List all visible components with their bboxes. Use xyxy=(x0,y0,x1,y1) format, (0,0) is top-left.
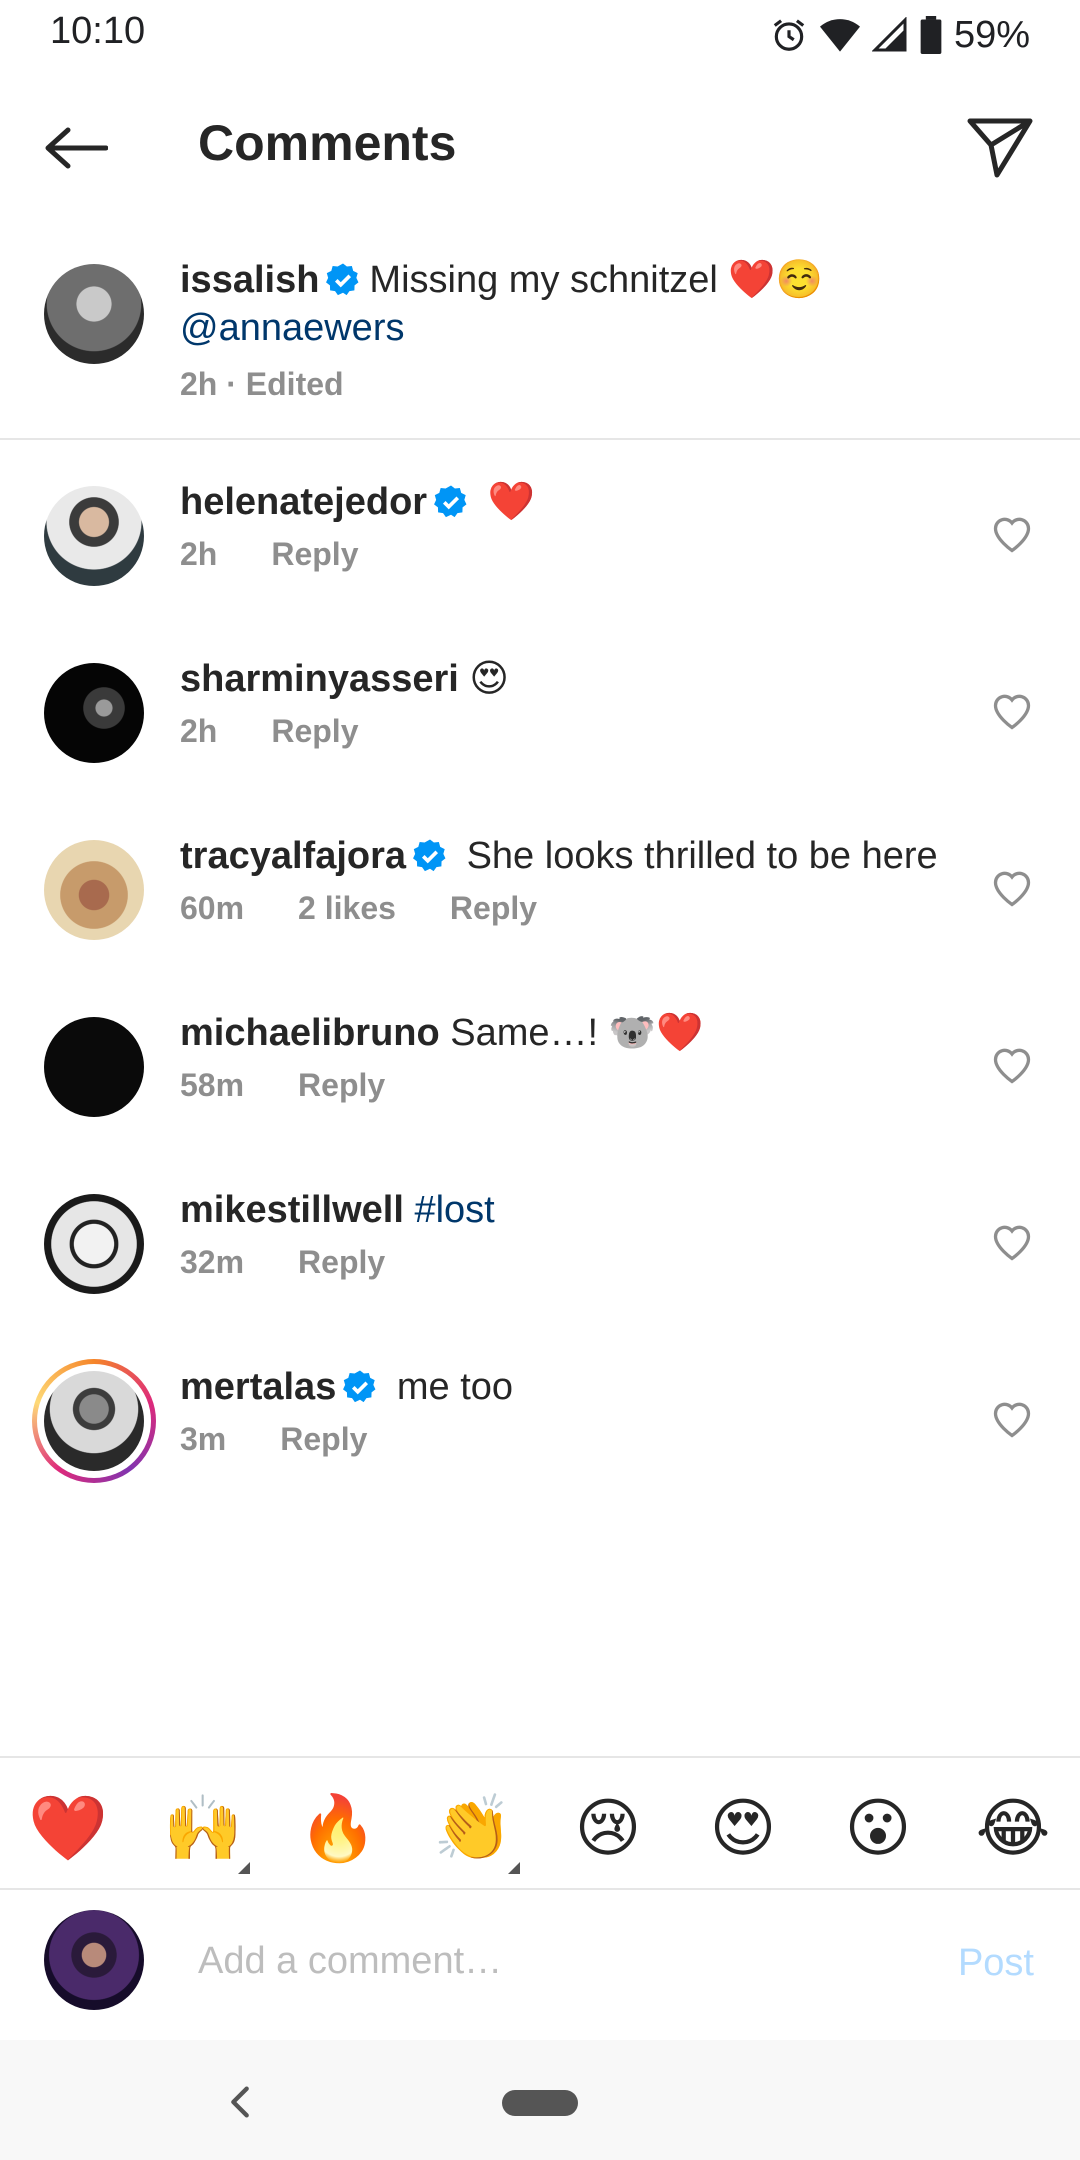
comment-time: 3m xyxy=(180,1421,227,1457)
post-button[interactable]: Post xyxy=(958,1942,1034,1985)
comment-text: michaelibruno Same…! 🐨❤️ xyxy=(180,1009,960,1057)
comment-hashtag[interactable]: #lost xyxy=(414,1189,494,1231)
comment-body: Same…! 🐨❤️ xyxy=(450,1012,704,1054)
avatar[interactable] xyxy=(44,840,144,940)
status-time: 10:10 xyxy=(50,10,146,52)
comment-text: mikestillwell #lost xyxy=(180,1186,960,1234)
comment-meta: 3m Reply xyxy=(180,1421,367,1458)
emoji-laughing[interactable]: 😂 xyxy=(973,1788,1053,1868)
page-title: Comments xyxy=(198,115,457,171)
comment-row: mikestillwell #lost 32m Reply xyxy=(0,1189,1080,1371)
paper-plane-icon xyxy=(967,118,1033,178)
emoji-heart-eyes[interactable]: 😍 xyxy=(703,1788,783,1868)
nav-back-icon[interactable] xyxy=(220,2082,260,2122)
post-caption: issalish Missing my schnitzel ❤️☺️ @annae… xyxy=(0,222,1080,440)
reply-button[interactable]: Reply xyxy=(298,1244,385,1281)
comment-time: 2h xyxy=(180,536,218,572)
comment-row: sharminyasseri 😍 2h Reply xyxy=(0,658,1080,840)
comment-row: helenatejedor ❤️ 2h Reply xyxy=(0,481,1080,663)
emoji-crying[interactable]: 😢 xyxy=(568,1788,648,1868)
comment-text: sharminyasseri 😍 xyxy=(180,655,960,703)
comment-username[interactable]: mikestillwell xyxy=(180,1189,404,1231)
caption-body: Missing my schnitzel ❤️☺️ xyxy=(369,259,824,301)
caption-username[interactable]: issalish xyxy=(180,259,319,301)
heart-icon[interactable] xyxy=(990,866,1034,910)
comment-time: 2h xyxy=(180,713,218,749)
comment-body: 😍 xyxy=(469,658,510,700)
comment-meta: 32m Reply xyxy=(180,1244,385,1281)
header: Comments xyxy=(0,72,1080,222)
reply-button[interactable]: Reply xyxy=(450,890,537,927)
reply-button[interactable]: Reply xyxy=(271,713,358,750)
comment-username[interactable]: mertalas xyxy=(180,1366,336,1408)
skin-tone-indicator xyxy=(238,1862,250,1874)
verified-badge-icon xyxy=(434,485,467,518)
comment-meta: 2h Reply xyxy=(180,536,358,573)
reply-button[interactable]: Reply xyxy=(280,1421,367,1458)
emoji-clapping[interactable]: 👏 xyxy=(433,1788,513,1868)
caption-text: issalish Missing my schnitzel ❤️☺️ @annae… xyxy=(180,256,1000,352)
share-button[interactable] xyxy=(960,108,1040,188)
emoji-heart[interactable]: ❤️ xyxy=(28,1788,108,1868)
battery-percent: 59% xyxy=(953,13,1030,56)
comment-row: mertalas me too 3m Reply xyxy=(0,1359,1080,1548)
avatar[interactable] xyxy=(44,1194,144,1294)
current-user-avatar xyxy=(44,1910,144,2010)
comment-row: tracyalfajora She looks thrilled to be h… xyxy=(0,835,1080,1017)
reply-button[interactable]: Reply xyxy=(298,1067,385,1104)
comment-username[interactable]: sharminyasseri xyxy=(180,658,459,700)
comment-body: She looks thrilled to be here xyxy=(466,835,938,877)
back-button[interactable] xyxy=(40,112,112,184)
avatar[interactable] xyxy=(44,1371,144,1471)
verified-badge-icon xyxy=(413,839,446,872)
home-pill[interactable] xyxy=(502,2090,578,2116)
emoji-raising-hands[interactable]: 🙌 xyxy=(163,1788,243,1868)
emoji-fire[interactable]: 🔥 xyxy=(298,1788,378,1868)
reply-button[interactable]: Reply xyxy=(271,536,358,573)
verified-badge-icon xyxy=(343,1370,376,1403)
comment-text: tracyalfajora She looks thrilled to be h… xyxy=(180,832,960,880)
heart-icon[interactable] xyxy=(990,1397,1034,1441)
battery-icon xyxy=(920,16,942,54)
comment-body: me too xyxy=(396,1366,514,1408)
avatar[interactable] xyxy=(44,264,144,364)
skin-tone-indicator xyxy=(508,1862,520,1874)
comment-username[interactable]: helenatejedor xyxy=(180,481,427,523)
heart-icon[interactable] xyxy=(990,689,1034,733)
comment-username[interactable]: tracyalfajora xyxy=(180,835,406,877)
emoji-surprised[interactable]: 😮 xyxy=(838,1788,918,1868)
comment-time: 32m xyxy=(180,1244,245,1280)
comment-composer: Post xyxy=(0,1890,1080,2040)
status-bar: 10:10 59% xyxy=(0,0,1080,72)
comment-time: 60m xyxy=(180,890,245,926)
caption-meta: 2h · Edited xyxy=(180,366,344,402)
comment-text: helenatejedor ❤️ xyxy=(180,478,960,526)
comment-input[interactable] xyxy=(198,1926,898,1996)
emoji-reaction-bar: ❤️ 🙌 🔥 👏 😢 😍 😮 😂 xyxy=(0,1756,1080,1890)
signal-icon xyxy=(871,17,907,52)
comment-meta: 58m Reply xyxy=(180,1067,385,1104)
heart-icon[interactable] xyxy=(990,512,1034,556)
heart-icon[interactable] xyxy=(990,1043,1034,1087)
comment-text: mertalas me too xyxy=(180,1363,960,1411)
verified-badge-icon xyxy=(326,263,359,296)
system-nav-bar xyxy=(0,2040,1080,2160)
arrow-left-icon xyxy=(45,127,108,169)
caption-mention[interactable]: @annaewers xyxy=(180,307,404,349)
avatar[interactable] xyxy=(44,1017,144,1117)
avatar[interactable] xyxy=(44,663,144,763)
comment-time: 58m xyxy=(180,1067,245,1103)
likes-count[interactable]: 2 likes xyxy=(298,890,396,927)
comment-meta: 60m 2 likes Reply xyxy=(180,890,537,927)
alarm-icon xyxy=(773,19,805,51)
status-icons: 59% xyxy=(770,10,1030,60)
comment-meta: 2h Reply xyxy=(180,713,358,750)
comment-username[interactable]: michaelibruno xyxy=(180,1012,440,1054)
comment-body: ❤️ xyxy=(487,481,535,523)
avatar[interactable] xyxy=(44,486,144,586)
wifi-icon xyxy=(819,19,860,52)
heart-icon[interactable] xyxy=(990,1220,1034,1264)
comment-row: michaelibruno Same…! 🐨❤️ 58m Reply xyxy=(0,1012,1080,1194)
